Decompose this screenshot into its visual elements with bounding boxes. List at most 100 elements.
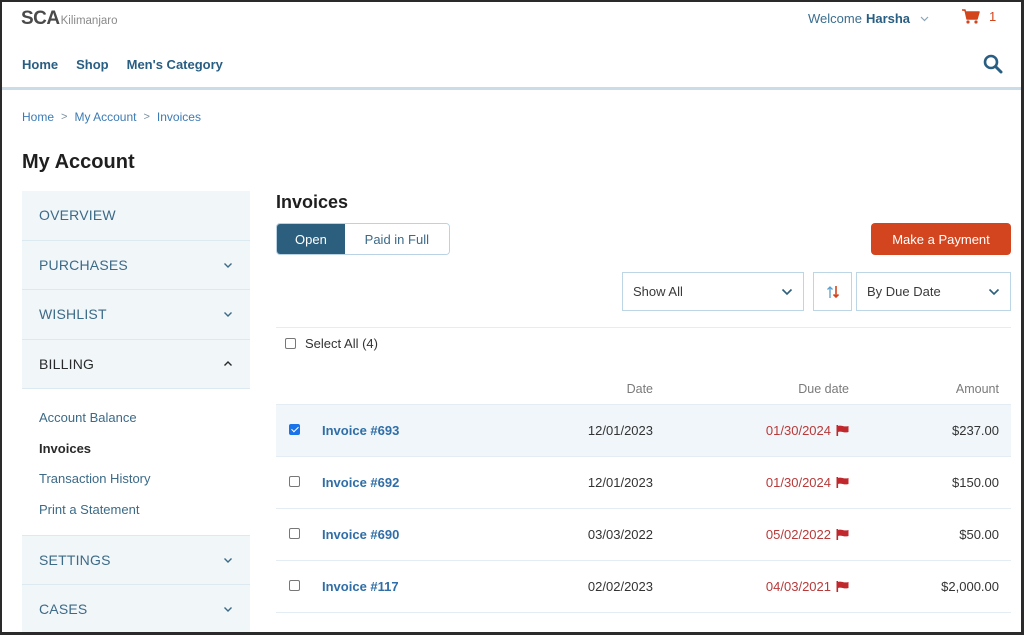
invoice-date: 12/01/2023	[587, 423, 653, 438]
sidebar-item-purchases[interactable]: PURCHASES	[22, 240, 250, 290]
row-checkbox[interactable]	[289, 476, 300, 487]
column-header-date[interactable]: Date	[627, 382, 653, 396]
sidebar-item-label: WISHLIST	[39, 306, 107, 323]
sidebar-item-label: SETTINGS	[39, 551, 111, 568]
table-row[interactable]: Invoice #117 02/02/2023 04/03/2021 $2,00…	[276, 561, 1011, 613]
chevron-down-icon	[988, 288, 1000, 295]
filter-select[interactable]: Show All	[622, 272, 804, 311]
invoice-link[interactable]: Invoice #117	[322, 579, 399, 594]
breadcrumb-invoices[interactable]: Invoices	[157, 110, 201, 124]
sidebar-item-settings[interactable]: SETTINGS	[22, 535, 250, 585]
invoice-date: 12/01/2023	[587, 475, 653, 490]
invoice-date: 03/03/2022	[587, 527, 653, 542]
select-all-label: Select All (4)	[305, 336, 378, 351]
sidebar-item-cases[interactable]: CASES	[22, 584, 250, 632]
invoice-due-date: 01/30/2024	[766, 423, 849, 438]
chevron-down-icon	[224, 606, 232, 612]
chevron-up-icon	[224, 360, 232, 366]
divider	[276, 327, 1011, 328]
billing-submenu: Account Balance Invoices Transaction His…	[22, 389, 250, 535]
cart-button[interactable]: 1	[962, 9, 996, 24]
search-icon	[983, 54, 1003, 74]
table-header: Date Due date Amount	[276, 374, 1011, 405]
submenu-transaction-history[interactable]: Transaction History	[39, 464, 233, 495]
logo-main-text: SCA	[21, 8, 60, 29]
page-frame: SCA Kilimanjaro Welcome Harsha 1 Home Sh…	[0, 0, 1024, 635]
submenu-account-balance[interactable]: Account Balance	[39, 403, 233, 434]
invoice-due-date: 01/30/2024	[766, 475, 849, 490]
invoices-title: Invoices	[276, 192, 349, 212]
due-date-text: 05/02/2022	[765, 527, 831, 542]
sidebar-item-billing[interactable]: BILLING	[22, 339, 250, 389]
main-nav: Home Shop Men's Category	[22, 57, 241, 72]
filter-select-value: Show All	[633, 284, 683, 299]
overdue-flag-icon	[836, 477, 849, 488]
tab-open[interactable]: Open	[277, 224, 345, 254]
submenu-invoices[interactable]: Invoices	[39, 434, 233, 465]
cart-icon	[962, 9, 980, 24]
invoice-amount: $150.00	[952, 475, 999, 490]
nav-shop[interactable]: Shop	[76, 57, 109, 72]
invoice-link[interactable]: Invoice #693	[322, 423, 399, 438]
sort-select[interactable]: By Due Date	[856, 272, 1011, 311]
sidebar-item-label: BILLING	[39, 355, 95, 372]
site-logo[interactable]: SCA Kilimanjaro	[21, 8, 118, 30]
breadcrumb-home[interactable]: Home	[22, 110, 54, 124]
user-menu[interactable]: Welcome Harsha	[808, 11, 929, 26]
chevron-down-icon	[224, 312, 232, 318]
invoice-amount: $2,000.00	[941, 579, 999, 594]
chevron-down-icon	[781, 288, 793, 295]
overdue-flag-icon	[836, 581, 849, 592]
invoice-date: 02/02/2023	[587, 579, 653, 594]
invoice-link[interactable]: Invoice #692	[322, 475, 399, 490]
cart-count: 1	[989, 9, 997, 24]
due-date-text: 04/03/2021	[765, 579, 831, 594]
sidebar-item-wishlist[interactable]: WISHLIST	[22, 290, 250, 340]
breadcrumb: Home > My Account > Invoices	[22, 110, 201, 124]
account-sidebar: OVERVIEW PURCHASES WISHLIST BILLING Acco…	[22, 191, 250, 632]
table-row[interactable]: Invoice #693 12/01/2023 01/30/2024 $237.…	[276, 405, 1011, 457]
overdue-flag-icon	[836, 425, 849, 436]
table-row[interactable]: Invoice #690 03/03/2022 05/02/2022 $50.0…	[276, 509, 1011, 561]
sidebar-item-label: CASES	[39, 600, 88, 617]
chevron-down-icon	[224, 557, 232, 563]
invoice-amount: $237.00	[952, 423, 999, 438]
nav-mens-category[interactable]: Men's Category	[127, 57, 223, 72]
sidebar-item-label: PURCHASES	[39, 256, 128, 273]
select-all[interactable]: Select All (4)	[285, 336, 378, 351]
select-all-checkbox[interactable]	[285, 338, 296, 349]
invoice-due-date: 05/02/2022	[766, 527, 849, 542]
sort-direction-button[interactable]	[813, 272, 852, 311]
invoice-due-date: 04/03/2021	[766, 579, 849, 594]
invoice-status-tabs: Open Paid in Full	[276, 223, 450, 255]
welcome-text: Welcome	[808, 11, 862, 26]
tab-paid-in-full[interactable]: Paid in Full	[344, 224, 449, 254]
breadcrumb-my-account[interactable]: My Account	[74, 110, 136, 124]
overdue-flag-icon	[836, 529, 849, 540]
user-name: Harsha	[865, 11, 911, 26]
sidebar-item-overview[interactable]: OVERVIEW	[22, 191, 250, 241]
breadcrumb-separator-icon: >	[61, 111, 68, 123]
search-button[interactable]	[983, 54, 1003, 74]
sort-arrows-icon	[826, 285, 839, 298]
row-checkbox[interactable]	[289, 424, 300, 435]
column-header-amount[interactable]: Amount	[956, 382, 999, 396]
column-header-due-date[interactable]: Due date	[798, 382, 849, 396]
table-row[interactable]: Invoice #692 12/01/2023 01/30/2024 $150.…	[276, 457, 1011, 509]
sort-select-value: By Due Date	[867, 284, 941, 299]
breadcrumb-separator-icon: >	[143, 111, 150, 123]
invoice-list: Invoice #693 12/01/2023 01/30/2024 $237.…	[276, 405, 1011, 613]
page-title: My Account	[22, 151, 135, 173]
row-checkbox[interactable]	[289, 580, 300, 591]
invoice-amount: $50.00	[959, 527, 999, 542]
nav-home[interactable]: Home	[22, 57, 58, 72]
make-payment-button[interactable]: Make a Payment	[871, 223, 1011, 255]
row-checkbox[interactable]	[289, 528, 300, 539]
site-header: SCA Kilimanjaro Welcome Harsha 1 Home Sh…	[2, 2, 1021, 90]
chevron-down-icon	[224, 262, 232, 268]
chevron-down-icon	[920, 16, 929, 21]
logo-sub-text: Kilimanjaro	[60, 15, 118, 27]
submenu-print-statement[interactable]: Print a Statement	[39, 495, 233, 526]
invoice-link[interactable]: Invoice #690	[322, 527, 399, 542]
due-date-text: 01/30/2024	[765, 423, 831, 438]
